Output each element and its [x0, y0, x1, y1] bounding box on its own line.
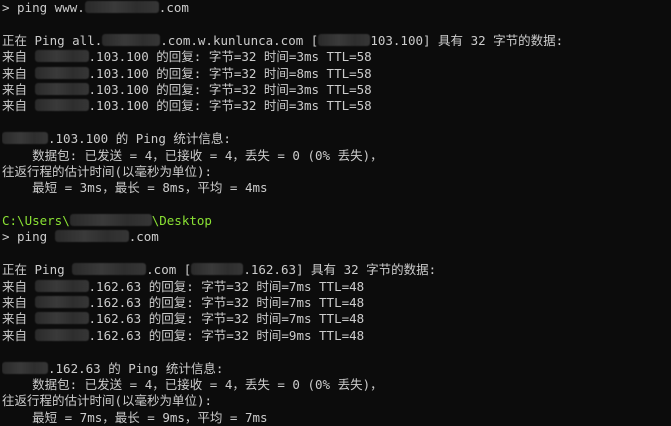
- ping-header: 正在 Ping .com [ .162.63] 具有 32 字节的数据:: [2, 262, 671, 278]
- command-line: > ping .com: [2, 229, 671, 245]
- output-text: 来自: [2, 65, 35, 81]
- redacted-hostname: [84, 1, 159, 13]
- ping-header: 正在 Ping all. .com.w.kunlunca.com [ 103.100…: [2, 33, 671, 49]
- output-text: 来自: [2, 295, 35, 311]
- command-text: .com: [128, 229, 159, 245]
- redacted-ip: [191, 263, 244, 276]
- reply-line: 来自 .162.63 的回复: 字节=32 时间=9ms TTL=48: [2, 328, 671, 344]
- reply-line: 来自 .103.100 的回复: 字节=32 时间=3ms TTL=58: [2, 49, 671, 65]
- output-text: .162.63 的回复: 字节=32 时间=9ms TTL=48: [88, 327, 365, 343]
- command-text: > ping: [2, 229, 55, 245]
- output-text: .162.63 的回复: 字节=32 时间=7ms TTL=48: [88, 278, 365, 294]
- redacted-ip: [34, 66, 89, 79]
- rtt-title: 往返行程的估计时间(以毫秒为单位):: [2, 393, 213, 409]
- output-text: 来自: [2, 81, 35, 97]
- reply-line: 来自 .103.100 的回复: 字节=32 时间=3ms TTL=58: [2, 82, 671, 98]
- terminal-window[interactable]: > ping www. .com 正在 Ping all. .com.w.kunlu…: [0, 0, 671, 425]
- output-text: .103.100 的 Ping 统计信息:: [48, 131, 231, 147]
- output-text: 来自: [2, 327, 35, 343]
- rtt-values: 最短 = 7ms，最长 = 9ms，平均 = 7ms: [2, 409, 268, 425]
- output-text: .com [: [146, 262, 192, 278]
- output-text: 正在 Ping: [2, 262, 73, 278]
- output-text: .103.100 的回复: 字节=32 时间=3ms TTL=58: [88, 49, 372, 65]
- packets-stats: 数据包: 已发送 = 4，已接收 = 4，丢失 = 0 (0% 丢失)，: [2, 376, 383, 392]
- output-text: .103.100 的回复: 字节=32 时间=8ms TTL=58: [88, 65, 372, 81]
- stats-title: .103.100 的 Ping 统计信息:: [2, 131, 671, 147]
- redacted-ip: [34, 296, 89, 309]
- redacted-hostname: [72, 263, 147, 276]
- redacted-hostname: [102, 33, 161, 46]
- redacted-hostname: [54, 230, 129, 243]
- redacted-username: [69, 214, 152, 227]
- redacted-ip: [2, 132, 48, 145]
- output-text: 来自: [2, 278, 35, 294]
- reply-line: 来自 .103.100 的回复: 字节=32 时间=3ms TTL=58: [2, 98, 671, 114]
- output-text: 来自: [2, 49, 35, 65]
- reply-line: 来自 .103.100 的回复: 字节=32 时间=8ms TTL=58: [2, 66, 671, 82]
- prompt-path: C:\Users\: [2, 213, 70, 229]
- reply-line: 来自 .162.63 的回复: 字节=32 时间=7ms TTL=48: [2, 311, 671, 327]
- prompt-path: \Desktop: [151, 213, 212, 229]
- output-text: 来自: [2, 311, 35, 327]
- output-text: .103.100 的回复: 字节=32 时间=3ms TTL=58: [88, 98, 372, 114]
- redacted-ip: [318, 33, 371, 46]
- reply-line: 来自 .162.63 的回复: 字节=32 时间=7ms TTL=48: [2, 279, 671, 295]
- output-text: .103.100 的回复: 字节=32 时间=3ms TTL=58: [88, 81, 372, 97]
- redacted-ip: [34, 279, 89, 292]
- stats-title: .162.63 的 Ping 统计信息:: [2, 361, 671, 377]
- redacted-ip: [2, 361, 48, 374]
- rtt-values: 最短 = 3ms，最长 = 8ms，平均 = 4ms: [2, 180, 268, 196]
- redacted-ip: [34, 50, 89, 63]
- output-text: 来自: [2, 98, 35, 114]
- shell-prompt: C:\Users\ \Desktop: [2, 213, 671, 229]
- redacted-ip: [34, 82, 89, 95]
- output-text: .162.63 的 Ping 统计信息:: [48, 360, 224, 376]
- reply-line: 来自 .162.63 的回复: 字节=32 时间=7ms TTL=48: [2, 295, 671, 311]
- redacted-ip: [34, 312, 89, 325]
- output-text: .162.63 的回复: 字节=32 时间=7ms TTL=48: [88, 311, 365, 327]
- output-text: 正在 Ping all.: [2, 32, 103, 48]
- command-text: .com: [158, 0, 189, 15]
- packets-stats: 数据包: 已发送 = 4，已接收 = 4，丢失 = 0 (0% 丢失)，: [2, 147, 383, 163]
- output-text: .com.w.kunlunca.com [: [160, 32, 319, 48]
- rtt-title: 往返行程的估计时间(以毫秒为单位):: [2, 163, 213, 179]
- output-text: .162.63] 具有 32 字节的数据:: [243, 262, 437, 278]
- redacted-ip: [34, 328, 89, 341]
- output-text: .162.63 的回复: 字节=32 时间=7ms TTL=48: [88, 295, 365, 311]
- command-line: > ping www. .com: [2, 0, 671, 16]
- output-text: 103.100] 具有 32 字节的数据:: [370, 32, 564, 48]
- redacted-ip: [34, 99, 89, 112]
- command-text: > ping www.: [2, 0, 85, 15]
